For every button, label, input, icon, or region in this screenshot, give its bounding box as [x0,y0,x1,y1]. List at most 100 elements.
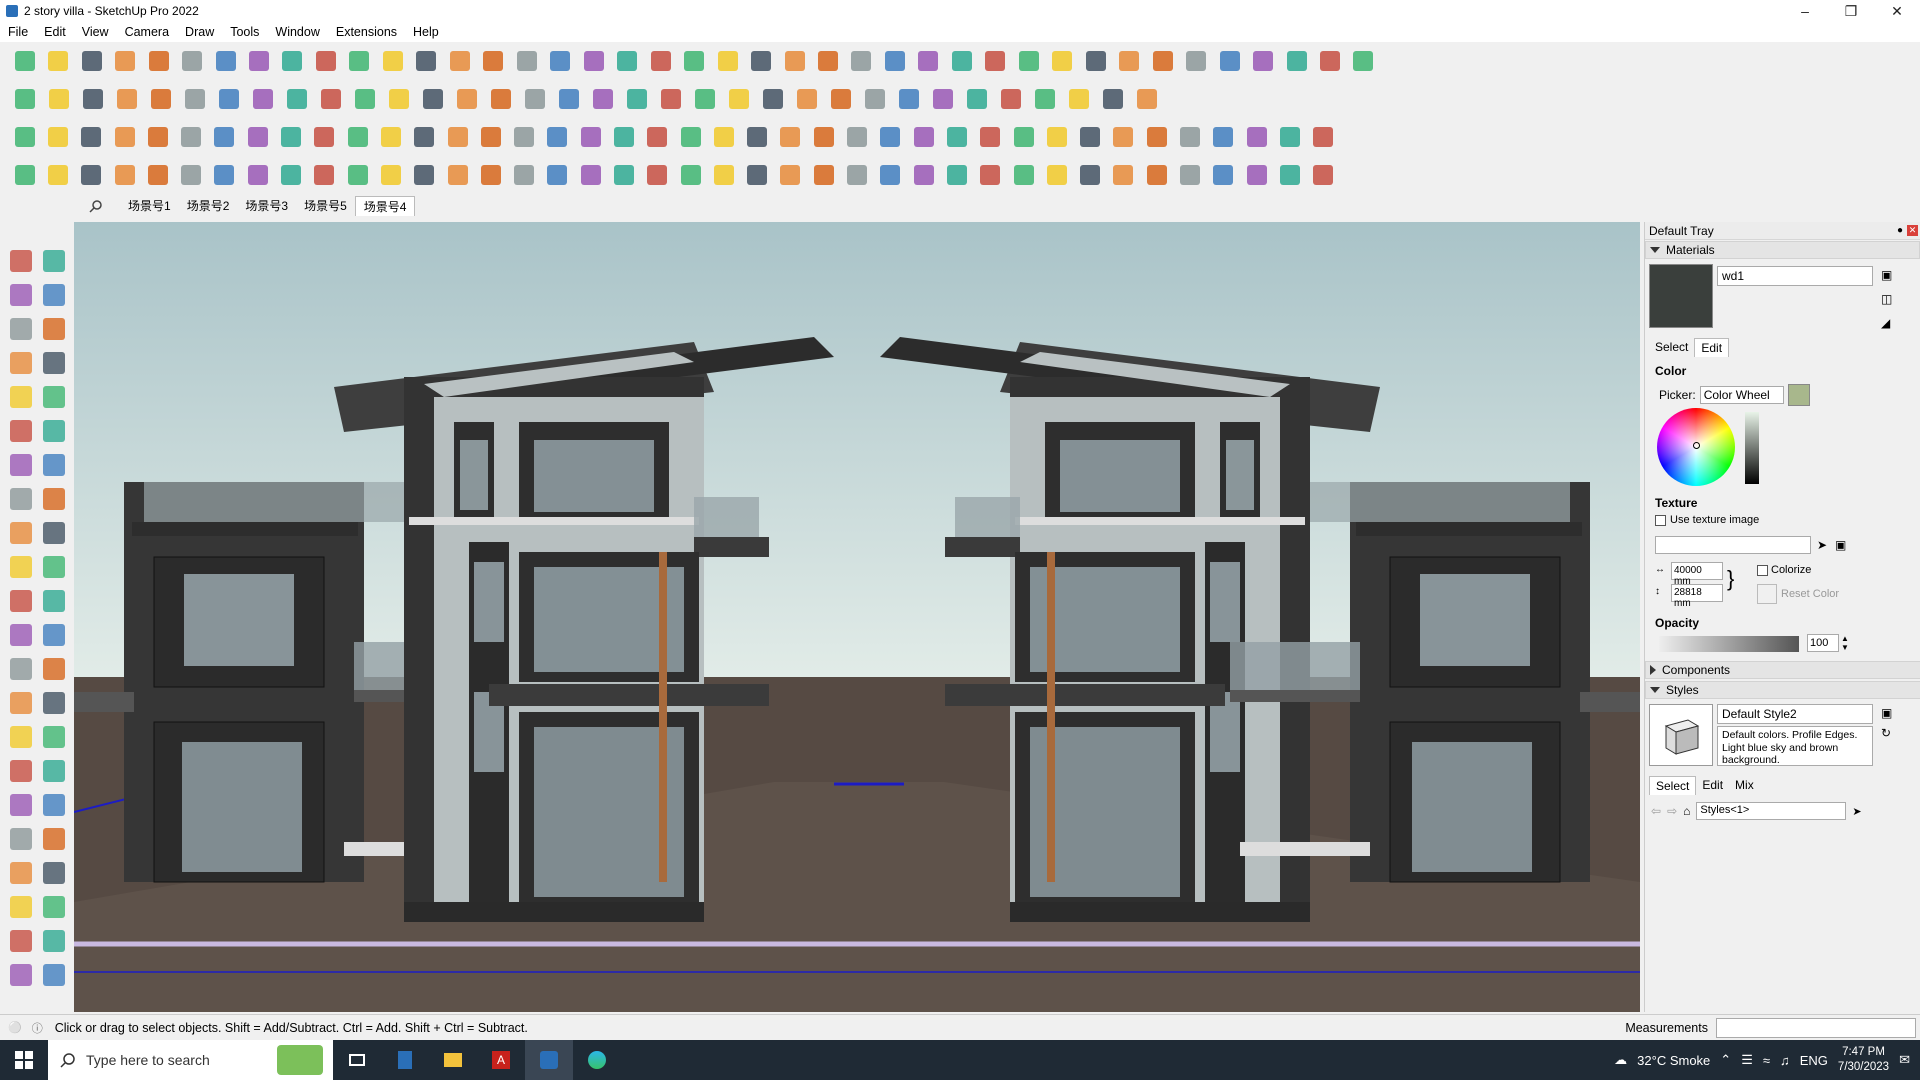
edit-texture-icon[interactable]: ▣ [1835,538,1846,552]
toolbar-tool-icon[interactable] [996,84,1026,114]
left-palette-tool-icon[interactable] [4,516,37,550]
toolbar-tool-icon[interactable] [343,160,372,190]
toolbar-tool-icon[interactable] [842,122,871,152]
toolbar-tool-icon[interactable] [860,84,890,114]
toolbar-tool-icon[interactable] [376,122,405,152]
toolbar-tool-icon[interactable] [543,160,572,190]
update-style-icon[interactable]: ↻ [1881,726,1891,740]
colorize-checkbox[interactable] [1757,564,1768,576]
toolbar-tool-icon[interactable] [976,160,1005,190]
tab-select[interactable]: Select [1649,338,1694,357]
toolbar-tool-icon[interactable] [520,84,550,114]
minimize-icon[interactable]: – [1782,0,1828,22]
toolbar-tool-icon[interactable] [479,46,508,76]
clock[interactable]: 7:47 PM 7/30/2023 [1838,1045,1889,1075]
taskbar-search-box[interactable]: Type here to search [48,1040,333,1080]
toolbar-tool-icon[interactable] [842,160,871,190]
measurements-input[interactable] [1716,1017,1916,1038]
back-arrow-icon[interactable]: ⇦ [1651,804,1661,818]
toolbar-tool-icon[interactable] [214,84,244,114]
scene-tab-active[interactable]: 场景号4 [354,196,416,216]
3d-viewport[interactable] [74,222,1640,1012]
toolbar-tool-icon[interactable] [1076,160,1105,190]
menu-edit[interactable]: Edit [36,25,74,39]
material-name-input[interactable] [1717,266,1873,286]
toolbar-tool-icon[interactable] [376,160,405,190]
toolbar-tool-icon[interactable] [144,46,173,76]
left-palette-tool-icon[interactable] [37,856,70,890]
toolbar-tool-icon[interactable] [10,46,39,76]
toolbar-tool-icon[interactable] [894,84,924,114]
left-palette-tool-icon[interactable] [4,414,37,448]
toolbar-tool-icon[interactable] [909,122,938,152]
toolbar-tool-icon[interactable] [244,46,273,76]
toolbar-tool-icon[interactable] [1215,46,1244,76]
toolbar-tool-icon[interactable] [1042,160,1071,190]
toolbar-tool-icon[interactable] [609,160,638,190]
left-palette-tool-icon[interactable] [37,618,70,652]
toolbar-tool-icon[interactable] [248,84,278,114]
toolbar-tool-icon[interactable] [1064,84,1094,114]
chevron-up-icon[interactable]: ⌃ [1720,1052,1731,1068]
toolbar-tool-icon[interactable] [1098,84,1128,114]
toolbar-tool-icon[interactable] [880,46,909,76]
toolbar-tool-icon[interactable] [78,84,108,114]
toolbar-tool-icon[interactable] [546,46,575,76]
geo-location-icon[interactable]: ⚪ [8,1021,22,1034]
tab-mix[interactable]: Mix [1729,776,1760,795]
toolbar-tool-icon[interactable] [1109,122,1138,152]
toolbar-tool-icon[interactable] [276,122,305,152]
style-collection-select[interactable]: Styles<1> [1696,802,1847,820]
toolbar-tool-icon[interactable] [10,84,40,114]
restore-icon[interactable]: ❐ [1828,0,1874,22]
network-icon[interactable]: ☰ [1741,1052,1753,1068]
toolbar-tool-icon[interactable] [180,84,210,114]
sketchup-taskbar-icon[interactable] [525,1040,573,1080]
toolbar-tool-icon[interactable] [210,122,239,152]
left-palette-tool-icon[interactable] [37,686,70,720]
sample-paint-icon[interactable]: ◢ [1881,316,1890,330]
style-description[interactable]: Default colors. Profile Edges. Light blu… [1717,726,1873,766]
picker-select[interactable]: Color Wheel [1699,386,1784,404]
menu-file[interactable]: File [0,25,36,39]
left-palette-tool-icon[interactable] [37,312,70,346]
edge-icon[interactable] [573,1040,621,1080]
opacity-slider[interactable] [1659,636,1799,652]
toolbar-tool-icon[interactable] [110,122,139,152]
toolbar-tool-icon[interactable] [418,84,448,114]
toolbar-tool-icon[interactable] [1282,46,1311,76]
left-palette-tool-icon[interactable] [4,380,37,414]
toolbar-tool-icon[interactable] [10,160,39,190]
toolbar-tool-icon[interactable] [445,46,474,76]
toolbar-tool-icon[interactable] [443,122,472,152]
toolbar-tool-icon[interactable] [143,160,172,190]
toolbar-tool-icon[interactable] [345,46,374,76]
toolbar-tool-icon[interactable] [110,160,139,190]
styles-section-header[interactable]: Styles [1645,681,1920,699]
toolbar-tool-icon[interactable] [1242,122,1271,152]
reset-color-button[interactable]: Reset Color [1781,588,1839,600]
start-button[interactable] [0,1040,48,1080]
left-palette-tool-icon[interactable] [37,346,70,380]
left-palette-tool-icon[interactable] [37,924,70,958]
toolbar-tool-icon[interactable] [112,84,142,114]
toolbar-tool-icon[interactable] [743,160,772,190]
create-style-icon[interactable]: ▣ [1881,706,1892,720]
use-texture-checkbox[interactable] [1655,514,1666,526]
toolbar-tool-icon[interactable] [847,46,876,76]
tab-select[interactable]: Select [1649,776,1697,795]
menu-help[interactable]: Help [405,25,447,39]
left-palette-tool-icon[interactable] [37,482,70,516]
toolbar-tool-icon[interactable] [276,160,305,190]
toolbar-tool-icon[interactable] [278,46,307,76]
toolbar-tool-icon[interactable] [813,46,842,76]
toolbar-tool-icon[interactable] [724,84,754,114]
left-palette-tool-icon[interactable] [4,754,37,788]
menu-camera[interactable]: Camera [117,25,177,39]
toolbar-tool-icon[interactable] [676,160,705,190]
toolbar-tool-icon[interactable] [1309,160,1338,190]
left-palette-tool-icon[interactable] [37,890,70,924]
toolbar-tool-icon[interactable] [1076,122,1105,152]
left-palette-tool-icon[interactable] [4,822,37,856]
browse-folder-icon[interactable]: ➤ [1817,538,1827,552]
